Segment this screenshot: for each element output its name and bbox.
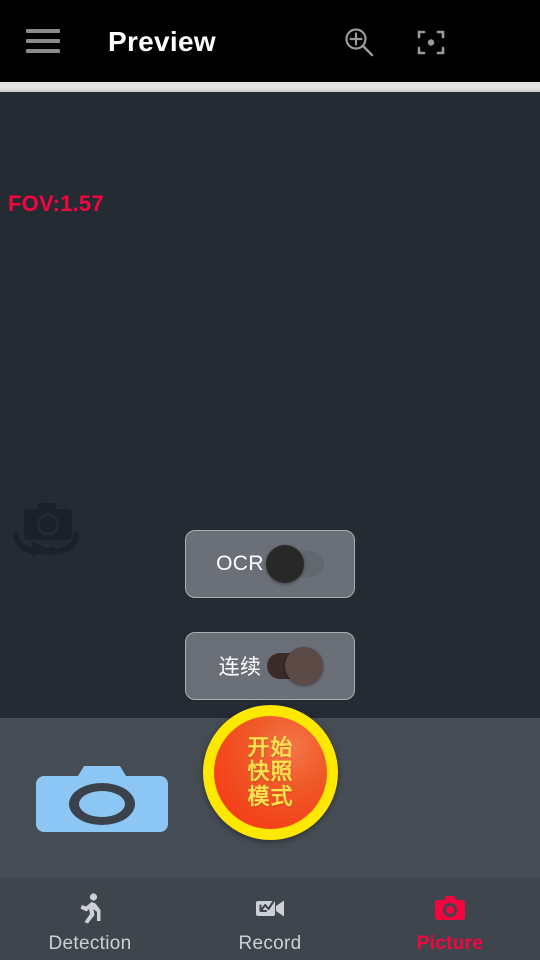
continuous-switch[interactable] (267, 647, 324, 685)
camera-preview-area[interactable]: FOV:1.57 OCR 连续 (0, 92, 540, 718)
ocr-toggle-label: OCR (216, 552, 264, 575)
hamburger-menu-icon[interactable] (26, 29, 60, 53)
shutter-label-line-1: 开始 (247, 734, 294, 760)
bottom-navigation: Detection Record Picture (0, 878, 540, 960)
switch-knob[interactable] (265, 545, 304, 583)
switch-camera-icon[interactable] (2, 497, 90, 557)
ocr-toggle[interactable]: OCR (185, 530, 355, 598)
shutter-label-line-2: 快照 (247, 759, 294, 785)
nav-label-record: Record (238, 933, 302, 954)
page-title: Preview (108, 26, 216, 57)
nav-item-picture[interactable]: Picture (360, 878, 540, 955)
nav-item-record[interactable]: Record (180, 878, 360, 955)
running-person-icon (73, 892, 107, 924)
continuous-toggle[interactable]: 连续 (185, 632, 355, 700)
ocr-switch[interactable] (265, 545, 324, 583)
shutter-label-line-3: 模式 (247, 783, 294, 809)
switch-knob[interactable] (285, 647, 324, 685)
camera-thumbnail-icon[interactable] (36, 764, 168, 832)
app-header: Preview (0, 0, 540, 82)
focus-frame-icon[interactable] (413, 24, 449, 60)
zoom-in-icon[interactable] (341, 24, 377, 60)
nav-item-detection[interactable]: Detection (0, 878, 180, 955)
hamburger-line (26, 39, 60, 43)
header-divider (0, 82, 540, 92)
continuous-toggle-label: 连续 (218, 656, 262, 679)
capture-bar: 开始 快照 模式 (0, 705, 540, 878)
video-camera-icon (253, 892, 287, 924)
camera-preview-screen: Preview FOV:1.57 OCR 连续 开始 快照 模式 Detecti… (0, 0, 540, 960)
hamburger-line (26, 29, 60, 33)
fov-label: FOV:1.57 (8, 191, 104, 216)
nav-label-picture: Picture (416, 933, 484, 954)
hamburger-line (26, 49, 60, 53)
shutter-button-inner: 开始 快照 模式 (214, 716, 327, 829)
photo-camera-icon (433, 892, 467, 924)
nav-label-detection: Detection (48, 933, 132, 954)
shutter-button[interactable]: 开始 快照 模式 (203, 705, 338, 840)
